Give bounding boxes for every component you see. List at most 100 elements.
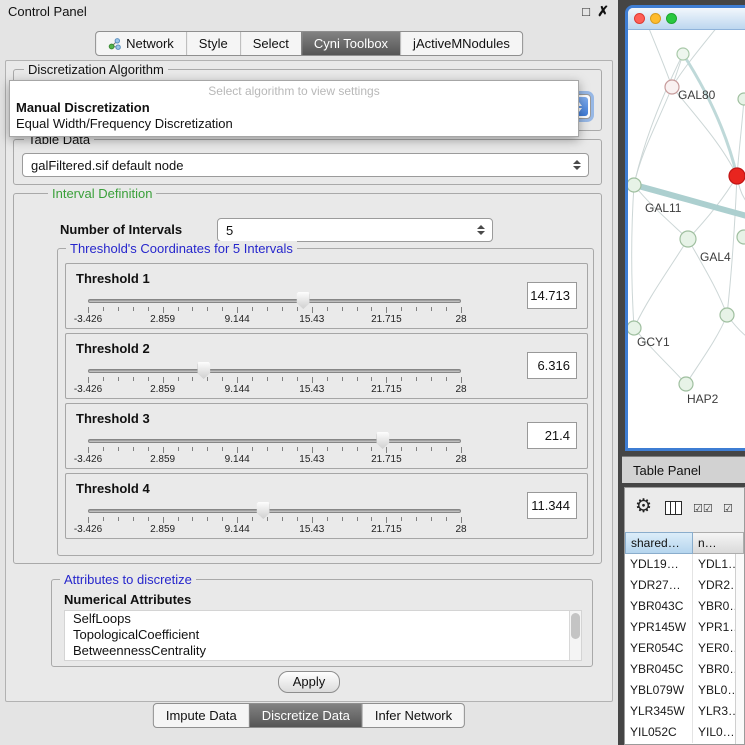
tab-style[interactable]: Style (186, 32, 240, 55)
stepper-icon[interactable] (477, 225, 485, 235)
tick-mark (327, 447, 328, 451)
tick-mark (222, 447, 223, 451)
table-row[interactable]: YLR345WYLR3… (625, 701, 735, 722)
tab-cyni-toolbox[interactable]: Cyni Toolbox (301, 32, 400, 55)
network-canvas[interactable]: GAL80 GAL11 GAL4 GCY1 HAP2 (628, 30, 745, 448)
tab-label: Style (199, 36, 228, 51)
slider-track[interactable] (88, 439, 461, 443)
list-item[interactable]: TopologicalCoefficient (65, 627, 581, 643)
column-header-shared-name[interactable]: shared… (625, 532, 693, 554)
network-window-titlebar[interactable] (628, 8, 745, 30)
table-scrollbar[interactable] (735, 554, 744, 744)
dropdown-option-manual-discretization[interactable]: Manual Discretization (16, 100, 578, 116)
table-cell[interactable]: YBR0… (693, 596, 735, 617)
table-cell[interactable]: YER0… (693, 638, 735, 659)
table-cell[interactable]: YIL0… (693, 722, 735, 743)
tab-impute-data[interactable]: Impute Data (154, 704, 249, 727)
table-row[interactable]: YDR27…YDR2… (625, 575, 735, 596)
network-node-gal11[interactable] (628, 178, 641, 192)
table-cell[interactable]: YPR1… (693, 617, 735, 638)
table-cell[interactable]: YBL0… (693, 680, 735, 701)
number-of-intervals-select[interactable]: 5 (217, 218, 493, 242)
apply-button[interactable]: Apply (278, 671, 340, 693)
tab-jactivemnodules[interactable]: jActiveMNodules (400, 32, 522, 55)
table-row[interactable]: YIL052CYIL0… (625, 722, 735, 743)
tick-mark (371, 517, 372, 521)
table-row[interactable]: YER054CYER0… (625, 638, 735, 659)
float-window-icon[interactable]: □ (582, 4, 590, 19)
slider-track[interactable] (88, 299, 461, 303)
group-title: Attributes to discretize (60, 572, 196, 587)
table-data-select[interactable]: galFiltered.sif default node (22, 153, 589, 177)
table-cell[interactable]: YDR2… (693, 575, 735, 596)
table-cell[interactable]: YDL1… (693, 554, 735, 575)
threshold-slider[interactable]: -3.4262.8599.14415.4321.71528 (88, 432, 461, 466)
network-node[interactable] (737, 230, 745, 244)
table-row[interactable]: YBR043CYBR0… (625, 596, 735, 617)
table-cell[interactable]: YDR27… (625, 575, 693, 596)
network-node[interactable] (738, 93, 745, 105)
scrollbar-thumb[interactable] (571, 613, 580, 639)
tick-label: -3.426 (74, 384, 102, 395)
checkbox-icons[interactable]: ☑☑ (693, 502, 713, 515)
close-traffic-light[interactable] (634, 13, 645, 24)
table-cell[interactable]: YBL079W (625, 680, 693, 701)
dropdown-prompt: Select algorithm to view settings (10, 84, 578, 98)
threshold-slider[interactable]: -3.4262.8599.14415.4321.71528 (88, 502, 461, 536)
network-node-gcy1[interactable] (628, 321, 641, 335)
tab-infer-network[interactable]: Infer Network (362, 704, 464, 727)
tick-mark (118, 307, 119, 311)
table-cell[interactable]: YIL052C (625, 722, 693, 743)
network-node-gal80[interactable] (665, 80, 679, 94)
table-cell[interactable]: YLR345W (625, 701, 693, 722)
table-cell[interactable]: YER054C (625, 638, 693, 659)
list-scrollbar[interactable] (569, 611, 581, 660)
node-label: GAL11 (645, 201, 682, 215)
stepper-icon[interactable] (573, 160, 581, 170)
slider-track[interactable] (88, 369, 461, 373)
table-row[interactable]: YBL079WYBL0… (625, 680, 735, 701)
dropdown-option-equal-width-frequency[interactable]: Equal Width/Frequency Discretization (16, 116, 578, 132)
threshold-value-field[interactable]: 11.344 (527, 492, 577, 519)
network-node-hap2[interactable] (679, 377, 693, 391)
table-panel-header: Table Panel (622, 456, 745, 483)
list-item[interactable]: BetweennessCentrality (65, 643, 581, 659)
numerical-attributes-list[interactable]: SelfLoopsTopologicalCoefficientBetweenne… (64, 610, 582, 661)
tab-label: Infer Network (375, 708, 452, 723)
table-cell[interactable]: YDL19… (625, 554, 693, 575)
selected-node[interactable] (729, 168, 745, 184)
table-row[interactable]: YDL19…YDL1… (625, 554, 735, 575)
table-cell[interactable]: YPR145W (625, 617, 693, 638)
network-node[interactable] (677, 48, 689, 60)
tick-mark (327, 377, 328, 381)
network-node-gal4[interactable] (680, 231, 696, 247)
table-cell[interactable]: YBR0… (693, 659, 735, 680)
threshold-slider[interactable]: -3.4262.8599.14415.4321.71528 (88, 362, 461, 396)
network-node[interactable] (720, 308, 734, 322)
threshold-value-field[interactable]: 14.713 (527, 282, 577, 309)
tick-label: 28 (455, 454, 466, 465)
table-row[interactable]: YPR145WYPR1… (625, 617, 735, 638)
close-icon[interactable]: ✗ (597, 3, 609, 20)
tab-network[interactable]: Network (96, 32, 186, 55)
minimize-traffic-light[interactable] (650, 13, 661, 24)
list-item[interactable]: SelfLoops (65, 611, 581, 627)
tab-select[interactable]: Select (240, 32, 301, 55)
gear-icon[interactable]: ⚙ (635, 497, 652, 516)
table-cell[interactable]: YBR043C (625, 596, 693, 617)
table-cell[interactable]: YLR3… (693, 701, 735, 722)
column-header-name[interactable]: n… (693, 532, 744, 554)
table-cell[interactable]: YBR045C (625, 659, 693, 680)
tick-mark (148, 517, 149, 521)
table-row[interactable]: YBR045CYBR0… (625, 659, 735, 680)
slider-track[interactable] (88, 509, 461, 513)
columns-icon[interactable] (665, 501, 682, 515)
algorithm-dropdown: Select algorithm to view settings Manual… (9, 80, 579, 137)
checkbox-icon[interactable]: ☑ (723, 502, 733, 515)
threshold-value-field[interactable]: 21.4 (527, 422, 577, 449)
zoom-traffic-light[interactable] (666, 13, 677, 24)
threshold-value-field[interactable]: 6.316 (527, 352, 577, 379)
tab-discretize-data[interactable]: Discretize Data (249, 704, 362, 727)
threshold-slider[interactable]: -3.4262.8599.14415.4321.71528 (88, 292, 461, 326)
tick-mark (342, 517, 343, 521)
